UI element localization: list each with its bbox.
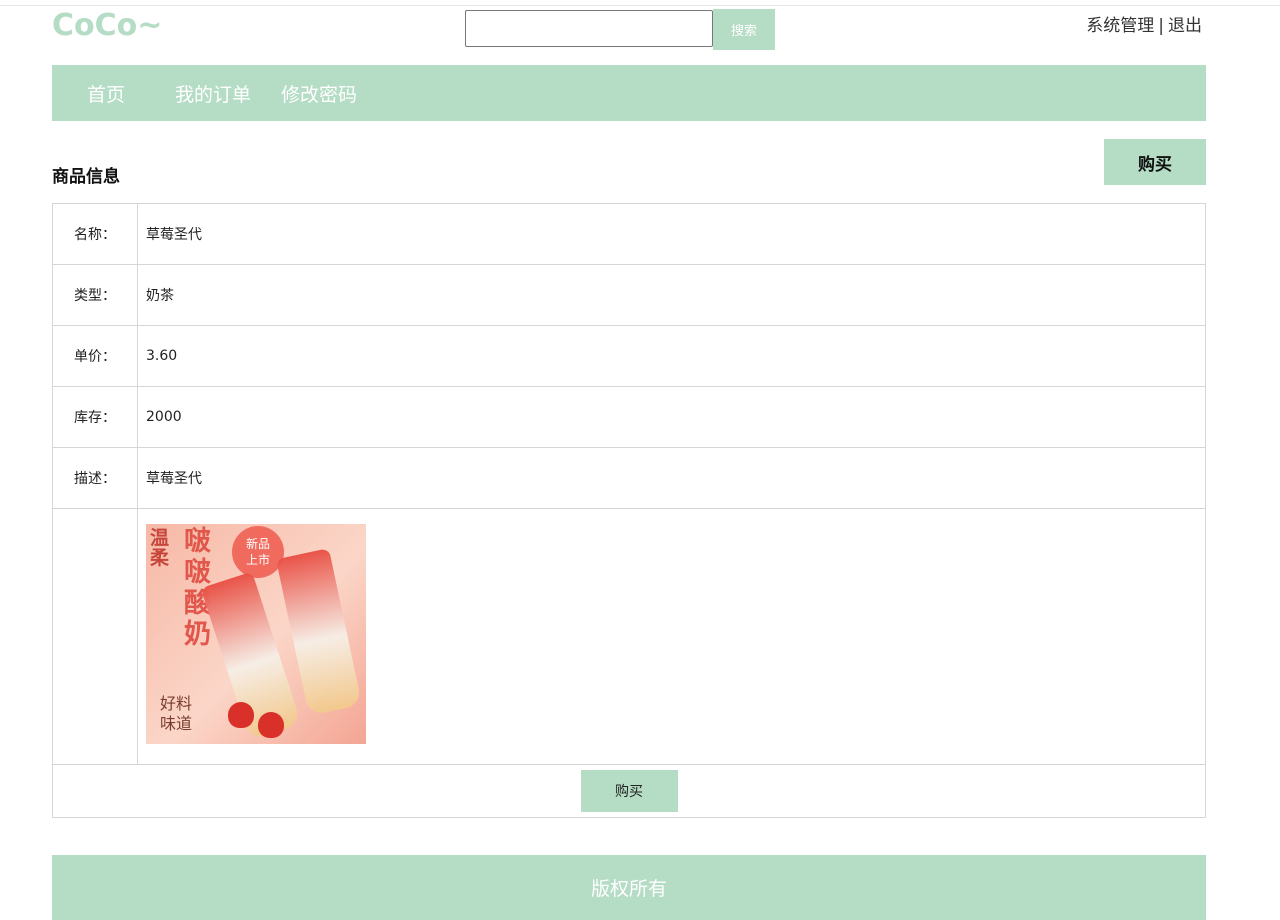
main-nav: 首页 我的订单 修改密码: [52, 65, 1206, 121]
field-label-name: 名称：: [52, 203, 138, 265]
field-value-name: 草莓圣代: [137, 203, 1206, 265]
image-bottom-text: 好料味道: [160, 694, 193, 733]
footer-copyright: 版权所有: [590, 878, 667, 900]
top-links: 系统管理 | 退出: [1086, 11, 1202, 36]
field-value-description: 草莓圣代: [137, 447, 1206, 509]
search-input[interactable]: [465, 10, 713, 47]
top-divider: [0, 5, 1280, 6]
product-info-table: 名称： 草莓圣代 类型： 奶茶 单价： 3.60 库存： 2000 描述： 草莓…: [52, 203, 1206, 818]
image-badge: 新品上市: [232, 526, 284, 578]
logo[interactable]: CoCo~: [52, 8, 162, 43]
field-label-stock: 库存：: [52, 386, 138, 448]
strawberry-shape: [228, 702, 254, 728]
field-label-description: 描述：: [52, 447, 138, 509]
buy-button-cell: 购买: [52, 764, 1206, 818]
search-button[interactable]: 搜索: [713, 9, 775, 50]
logout-link[interactable]: 退出: [1168, 16, 1202, 36]
nav-item-my-orders[interactable]: 我的订单: [175, 80, 251, 107]
table-row: 类型： 奶茶: [52, 264, 1206, 326]
nav-item-change-password[interactable]: 修改密码: [281, 80, 357, 107]
nav-item-home[interactable]: 首页: [87, 80, 125, 107]
buy-button-bottom[interactable]: 购买: [580, 770, 678, 812]
field-value-price: 3.60: [137, 325, 1206, 387]
product-image: 温柔 啵啵酸奶 新品上市 好料味道: [146, 524, 366, 744]
footer: 版权所有: [52, 855, 1206, 920]
table-row: 购买: [52, 764, 1206, 818]
section-title: 商品信息: [52, 167, 120, 187]
field-value-type: 奶茶: [137, 264, 1206, 326]
search-bar: 搜索: [465, 9, 775, 50]
table-row: 温柔 啵啵酸奶 新品上市 好料味道: [52, 508, 1206, 765]
table-row: 库存： 2000: [52, 386, 1206, 448]
buy-button-top[interactable]: 购买: [1104, 139, 1206, 185]
field-label-price: 单价：: [52, 325, 138, 387]
table-row: 描述： 草莓圣代: [52, 447, 1206, 509]
field-label-type: 类型：: [52, 264, 138, 326]
page: CoCo~ 搜索 系统管理 | 退出 首页 我的订单 修改密码 商品信息 购买 名称…: [0, 0, 1280, 920]
image-label-cell: [52, 508, 138, 765]
admin-link[interactable]: 系统管理: [1086, 16, 1154, 36]
image-cell: 温柔 啵啵酸奶 新品上市 好料味道: [137, 508, 1206, 765]
table-row: 名称： 草莓圣代: [52, 203, 1206, 265]
image-badge-text: 新品上市: [245, 537, 270, 567]
image-side-text: 温柔: [150, 527, 170, 569]
strawberry-shape: [258, 712, 284, 738]
links-separator: |: [1158, 16, 1164, 36]
field-value-stock: 2000: [137, 386, 1206, 448]
table-row: 单价： 3.60: [52, 325, 1206, 387]
